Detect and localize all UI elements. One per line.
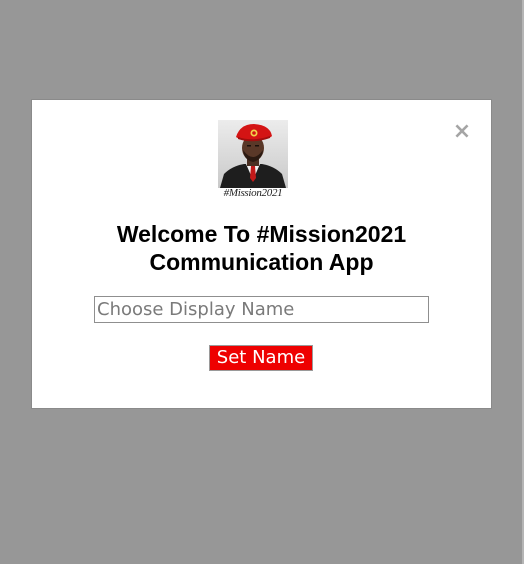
logo-caption: #Mission2021 — [223, 187, 283, 199]
heading-line-1: Welcome To #Mission2021 — [116, 221, 407, 247]
display-name-input[interactable] — [94, 296, 429, 323]
heading-line-2: Communication App — [149, 249, 374, 275]
display-name-modal: × #Mission2021 Welcome To #Mission2021 C… — [31, 99, 492, 409]
mission-logo: #Mission2021 — [218, 120, 288, 202]
profile-photo — [218, 120, 288, 188]
close-icon[interactable]: × — [452, 121, 472, 143]
set-name-button[interactable]: Set Name — [209, 345, 313, 371]
welcome-heading: Welcome To #Mission2021 Communication Ap… — [32, 220, 491, 276]
